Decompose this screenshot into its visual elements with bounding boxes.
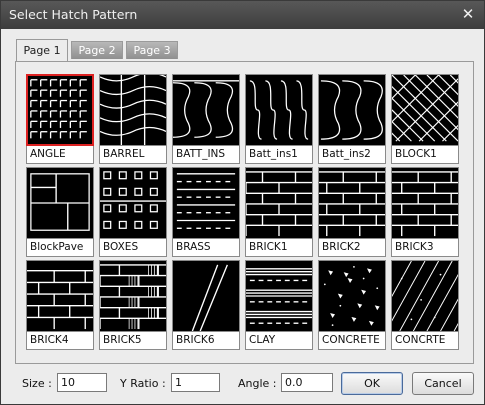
size-input[interactable]: 10 (57, 373, 107, 392)
pattern-preview (323, 265, 380, 327)
pattern-name: CONCRTE (391, 332, 459, 350)
pattern-thumbnail[interactable] (172, 260, 240, 332)
pattern-name: BRICK1 (245, 239, 313, 257)
pattern-thumbnail[interactable] (245, 167, 313, 239)
angle-label: Angle : (238, 377, 277, 390)
pattern-thumbnail[interactable] (318, 167, 386, 239)
pattern-name: BRICK2 (318, 239, 386, 257)
cancel-button[interactable]: Cancel (412, 372, 474, 395)
pattern-thumbnail[interactable] (99, 74, 167, 146)
pattern-thumbnail[interactable] (26, 167, 94, 239)
pattern-preview (100, 264, 166, 330)
pattern-name: Batt_ins1 (245, 146, 313, 164)
pattern-thumbnail[interactable] (26, 74, 94, 146)
pattern-name: BlockPave (26, 239, 94, 257)
pattern-thumbnail[interactable] (391, 74, 459, 146)
pattern-name: BRICK5 (99, 332, 167, 350)
pattern-preview (319, 171, 385, 237)
y-ratio-input[interactable]: 1 (171, 373, 220, 392)
pattern-name: BARREL (99, 146, 167, 164)
pattern-preview (392, 171, 458, 237)
pattern-name: Batt_ins2 (318, 146, 386, 164)
angle-input[interactable]: 0.0 (281, 373, 333, 392)
size-label: Size : (22, 377, 52, 390)
pattern-thumbnail[interactable] (99, 260, 167, 332)
pattern-name: CONCRETE (318, 332, 386, 350)
y-ratio-label: Y Ratio : (120, 377, 166, 390)
pattern-preview (392, 261, 458, 331)
pattern-thumbnail[interactable] (318, 260, 386, 332)
pattern-thumbnail[interactable] (245, 74, 313, 146)
pattern-name: BRASS (172, 239, 240, 257)
pattern-panel: ANGLE BARREL BATT_INS Batt_ins1 Batt_ins2 BLO… (15, 61, 474, 364)
tab-page-2[interactable]: Page 2 (71, 41, 123, 59)
pattern-thumbnail[interactable] (391, 260, 459, 332)
pattern-name: BRICK6 (172, 332, 240, 350)
pattern-preview (27, 270, 93, 330)
tab-page-1[interactable]: Page 1 (16, 39, 68, 61)
pattern-preview (392, 75, 458, 142)
pattern-preview (246, 171, 312, 237)
pattern-thumbnail[interactable] (318, 74, 386, 146)
pattern-thumbnail[interactable] (172, 167, 240, 239)
pattern-name: BATT_INS (172, 146, 240, 164)
dialog-title: Select Hatch Pattern (9, 7, 138, 22)
pattern-thumbnail[interactable] (172, 74, 240, 146)
pattern-name: ANGLE (26, 146, 94, 164)
pattern-thumbnail[interactable] (99, 167, 167, 239)
pattern-thumbnail[interactable] (26, 260, 94, 332)
pattern-preview (249, 80, 309, 140)
tab-page-3[interactable]: Page 3 (126, 41, 178, 59)
pattern-name: BRICK3 (391, 239, 459, 257)
pattern-thumbnail[interactable] (391, 167, 459, 239)
pattern-name: BOXES (99, 239, 167, 257)
ok-button[interactable]: OK (341, 372, 403, 395)
title-bar[interactable]: Select Hatch Pattern ✕ (1, 1, 484, 29)
pattern-thumbnail[interactable] (245, 260, 313, 332)
hatch-pattern-dialog: Select Hatch Pattern ✕ Page 1 Page 2 Pag… (0, 0, 485, 405)
pattern-preview (246, 268, 312, 324)
pattern-name: BLOCK1 (391, 146, 459, 164)
pattern-preview (30, 173, 90, 231)
pattern-name: BRICK4 (26, 332, 94, 350)
pattern-preview (100, 75, 166, 145)
close-icon[interactable]: ✕ (458, 4, 478, 24)
pattern-preview (320, 80, 383, 140)
pattern-preview (191, 264, 228, 331)
pattern-preview (30, 79, 87, 139)
pattern-preview (176, 173, 236, 229)
pattern-preview (173, 80, 239, 138)
options-bar: Size : 10 Y Ratio : 1 Angle : 0.0 OK Can… (1, 369, 485, 399)
pattern-name: CLAY (245, 332, 313, 350)
pattern-preview (100, 171, 166, 229)
